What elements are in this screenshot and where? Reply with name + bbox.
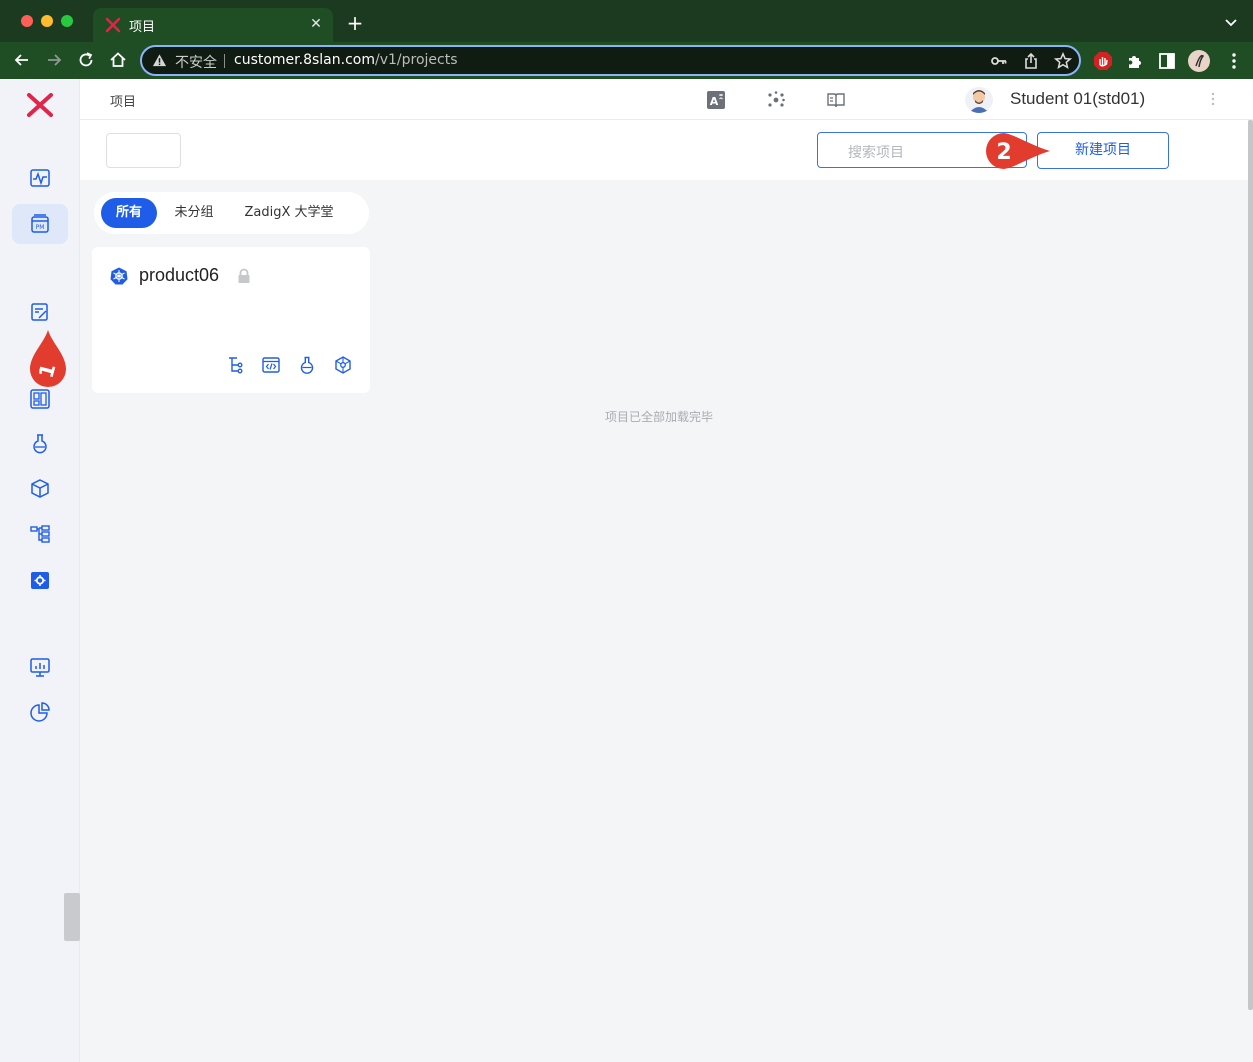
browser-titlebar: 项目 ✕ + [0, 0, 1253, 42]
address-divider [224, 54, 225, 68]
monitor-wave-icon [30, 169, 50, 187]
breadcrumb: 项目 [110, 95, 137, 110]
side-panel-icon[interactable] [1157, 51, 1177, 71]
sidebar-item-workflows[interactable] [12, 514, 68, 554]
app-topbar: 项目 A Student 01(std01) [80, 79, 1253, 120]
annotation-marker-2: 2 [986, 133, 1050, 169]
window-minimize-button[interactable] [41, 15, 53, 27]
new-project-button[interactable]: 新建项目 [1037, 132, 1169, 169]
sidebar-item-templates[interactable] [12, 292, 68, 332]
filter-zadigx-university[interactable]: ZadigX 大学堂 [236, 198, 342, 228]
project-name[interactable]: product06 [139, 265, 219, 286]
lock-icon [238, 268, 250, 283]
main-scrollbar[interactable] [1248, 120, 1253, 1010]
filter-all[interactable]: 所有 [101, 198, 157, 228]
svg-text:PM: PM [36, 224, 45, 231]
share-icon[interactable] [1022, 52, 1040, 70]
url-text[interactable]: customer.8slan.com/v1/projects [234, 52, 458, 68]
view-toggle-button[interactable] [106, 133, 181, 168]
url-path: /v1/projects [374, 52, 458, 68]
adblock-extension-icon[interactable] [1093, 51, 1113, 71]
browser-menu-icon[interactable] [1224, 51, 1244, 71]
back-arrow-icon[interactable] [12, 50, 32, 70]
sidebar-item-testing[interactable] [12, 424, 68, 464]
forward-arrow-icon[interactable] [44, 50, 64, 70]
artifact-cube-icon [31, 479, 49, 498]
insecure-label: 不安全 [175, 55, 217, 71]
environment-icon[interactable] [334, 356, 352, 374]
window-close-button[interactable] [21, 15, 33, 27]
reload-icon[interactable] [76, 50, 96, 70]
tab-close-icon[interactable]: ✕ [307, 15, 325, 33]
user-name[interactable]: Student 01(std01) [1010, 89, 1145, 109]
key-icon[interactable] [990, 52, 1008, 70]
plugin-dots-icon[interactable] [766, 90, 786, 110]
workflow-icon[interactable] [227, 356, 245, 374]
sidebar-item-artifacts[interactable] [12, 469, 68, 509]
warning-triangle-icon [152, 54, 167, 67]
project-card[interactable]: product06 [92, 247, 370, 393]
browser-tab[interactable]: 项目 ✕ [93, 8, 333, 42]
more-vertical-icon[interactable] [1210, 91, 1216, 107]
all-projects-loaded-message: 项目已全部加载完毕 [605, 410, 714, 424]
marker-2-label: 2 [996, 140, 1011, 165]
test-flask-icon [33, 434, 47, 454]
annotation-marker-1: 1 [30, 330, 66, 388]
insight-screen-icon [30, 658, 50, 677]
avatar-illustration-icon [969, 90, 989, 113]
sidebar-scrollbar[interactable] [64, 893, 80, 941]
bookmark-star-icon[interactable] [1054, 52, 1072, 70]
workflow-tree-icon [30, 525, 50, 543]
zadig-logo-icon[interactable] [26, 92, 54, 118]
filter-ungrouped[interactable]: 未分组 [162, 198, 226, 228]
user-avatar[interactable] [965, 87, 993, 113]
url-host: customer.8slan.com [234, 52, 375, 68]
translate-icon[interactable]: A [706, 90, 726, 110]
svg-text:A: A [710, 95, 719, 108]
project-filter-group: 所有 未分组 ZadigX 大学堂 [94, 192, 369, 234]
sidebar-item-projects[interactable]: PM [12, 204, 68, 244]
tab-title: 项目 [129, 20, 156, 35]
project-action-bar: 搜索项目 新建项目 [80, 120, 1248, 180]
sidebar-item-statistics[interactable] [12, 692, 68, 732]
service-code-icon[interactable] [262, 356, 280, 374]
app-sidebar: PM 1 [0, 79, 80, 1062]
kubernetes-icon [110, 267, 128, 285]
address-bar[interactable]: 不安全 customer.8slan.com/v1/projects [140, 45, 1081, 76]
project-pm-icon: PM [31, 214, 49, 233]
sidebar-item-settings[interactable] [12, 560, 68, 600]
chevron-down-icon[interactable] [1223, 14, 1239, 30]
profile-avatar-icon[interactable] [1188, 50, 1210, 72]
window-maximize-button[interactable] [61, 15, 73, 27]
zadig-favicon-icon [105, 17, 121, 33]
doc-edit-icon [31, 303, 48, 321]
sidebar-item-insight[interactable] [12, 647, 68, 687]
browser-toolbar: 不安全 customer.8slan.com/v1/projects [0, 42, 1253, 79]
extensions-puzzle-icon[interactable] [1125, 51, 1145, 71]
pie-chart-icon [30, 702, 50, 722]
docs-book-icon[interactable] [826, 90, 846, 110]
search-placeholder: 搜索项目 [848, 145, 904, 161]
home-icon[interactable] [108, 50, 128, 70]
new-tab-button[interactable]: + [344, 12, 366, 34]
test-icon[interactable] [298, 356, 316, 374]
settings-icon [31, 572, 49, 589]
sidebar-item-overview[interactable] [12, 158, 68, 198]
